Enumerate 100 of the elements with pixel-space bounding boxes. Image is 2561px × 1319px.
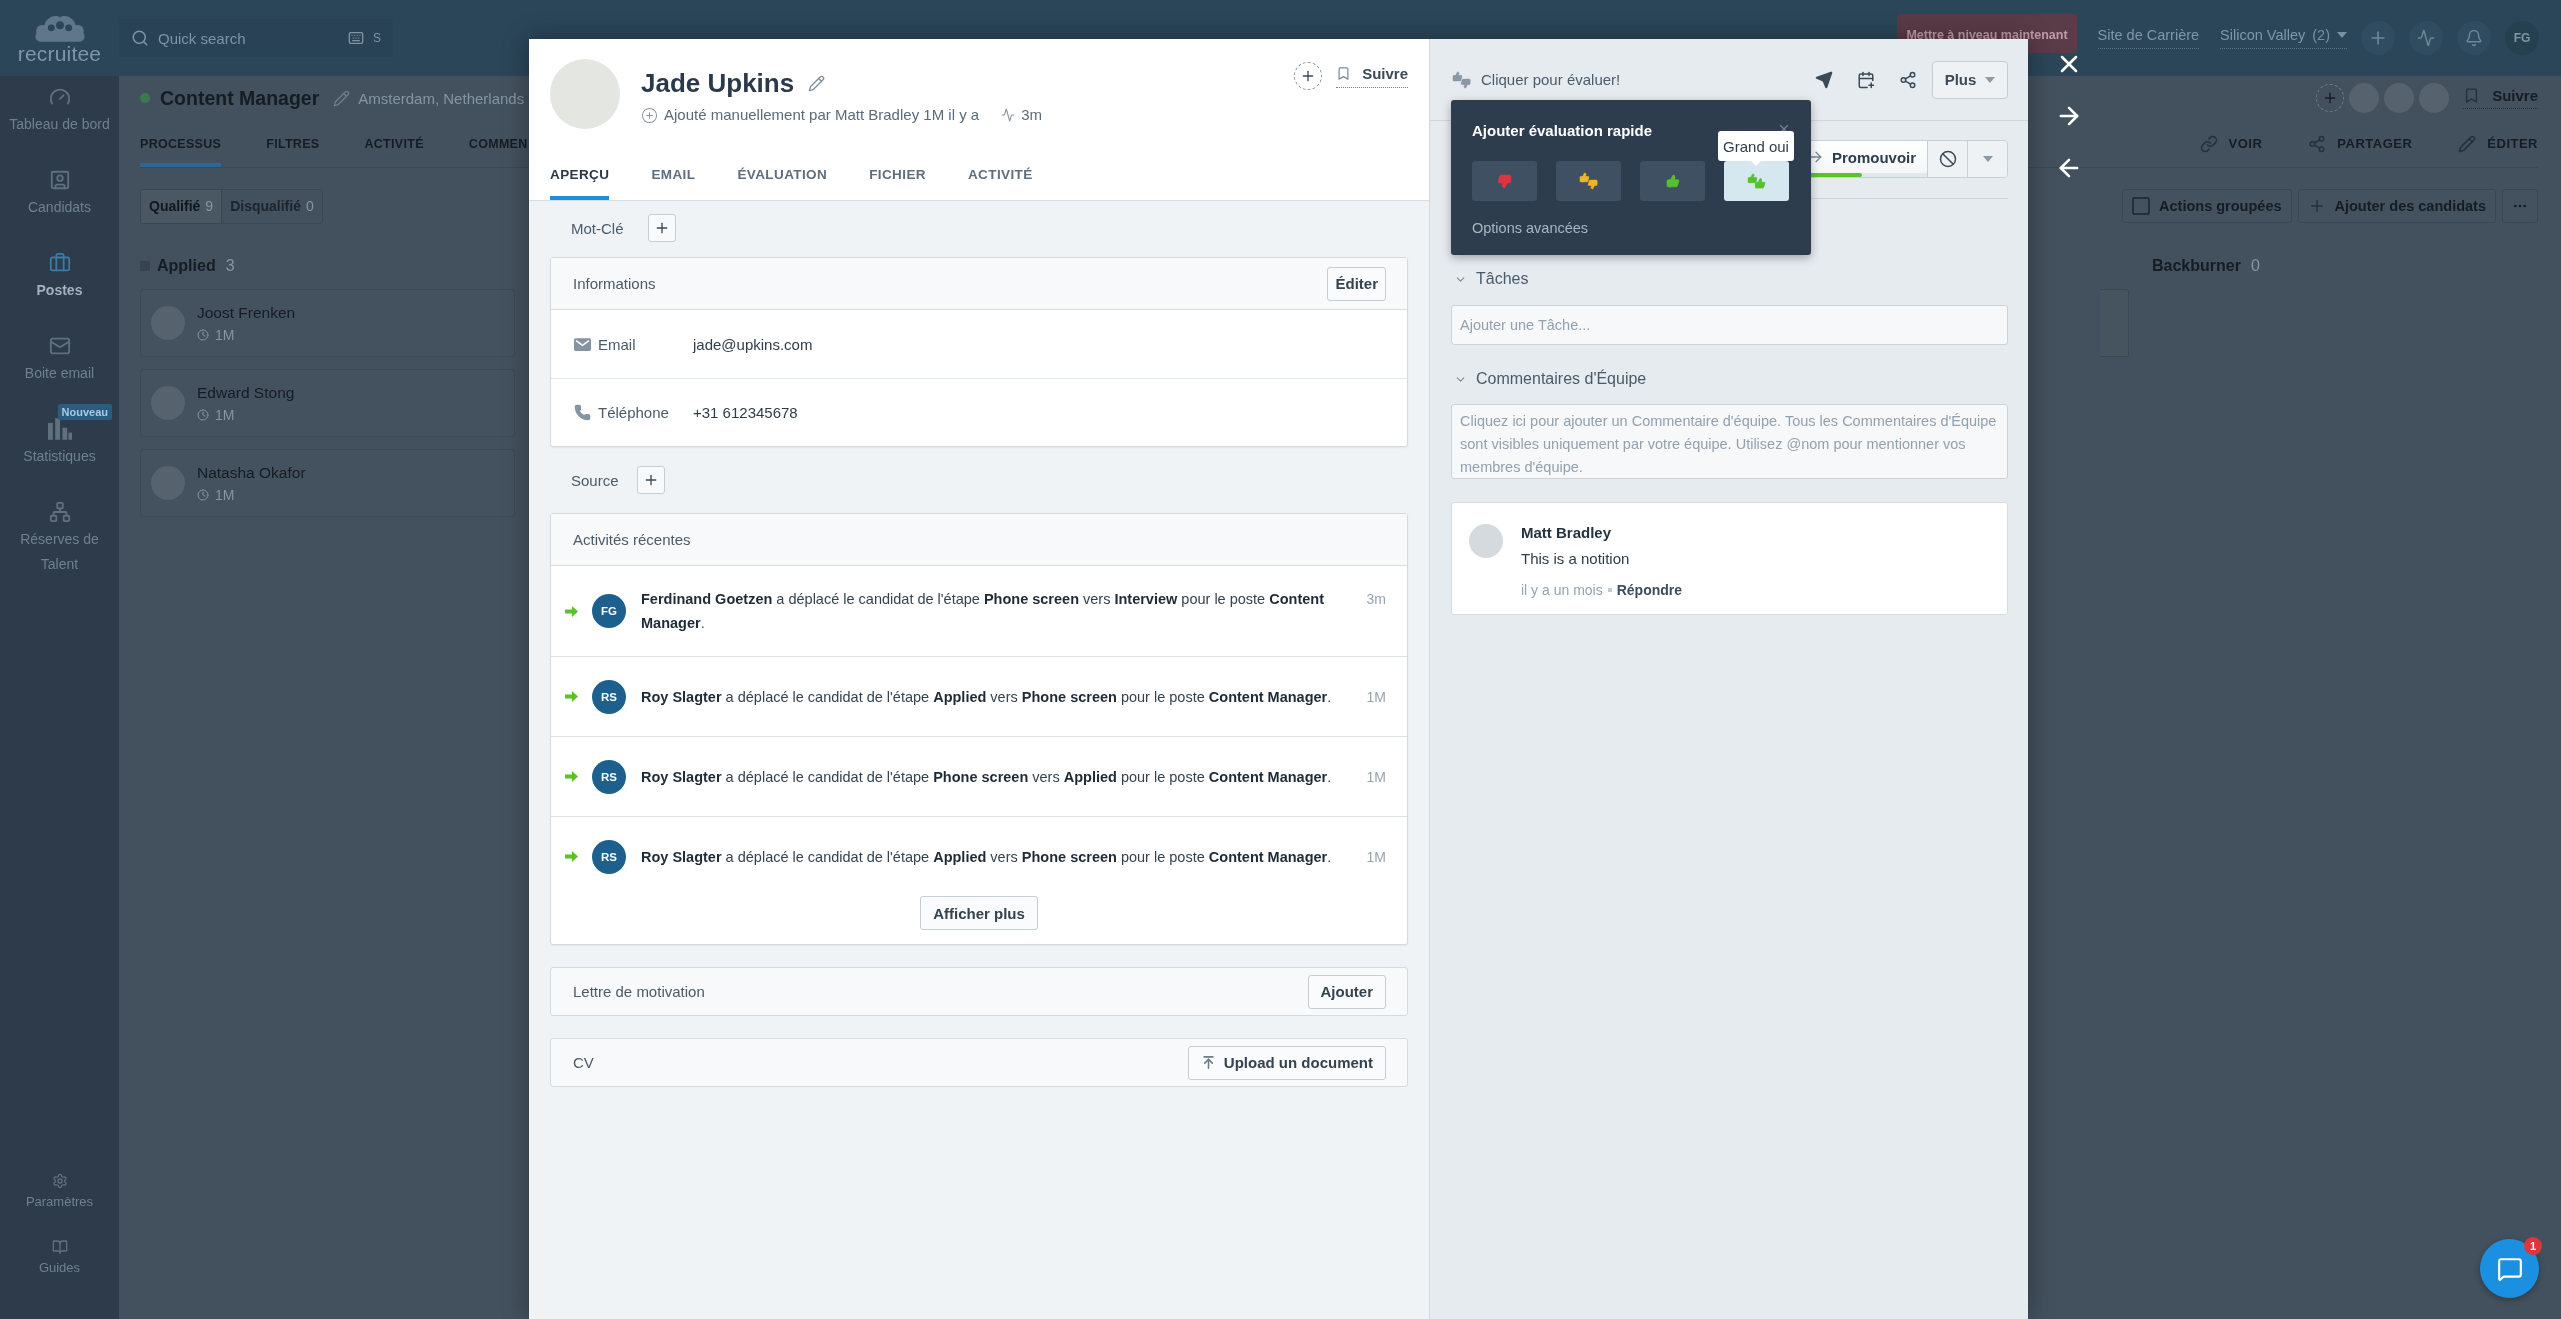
stage-name: Backburner [2152,257,2241,275]
user-avatar[interactable]: FG [2505,21,2539,55]
card-title: CV [573,1054,594,1071]
sidebar-item[interactable]: Postes [0,242,119,325]
stage-count: 0 [2250,257,2260,275]
book-icon [51,1239,68,1255]
company-dropdown[interactable]: Silicon Valley (2) [2220,27,2347,49]
briefcase-icon [47,252,72,274]
edit-button[interactable]: Éditer [1327,266,1386,301]
phone-icon [574,404,591,421]
sidebar-item[interactable]: Paramètres [0,1173,119,1239]
comment-author: Matt Bradley [1521,524,1612,542]
arrow-right-icon [565,605,578,617]
action-link[interactable]: ÉDITER [2458,134,2538,153]
double-thumbs-up-icon [1746,173,1767,189]
last-activity-time: 3m [1021,106,1042,124]
keyboard-icon [348,30,364,46]
shortcut-hint: S [373,31,381,45]
disqualify-button[interactable] [1927,141,1967,177]
tab[interactable]: FILTRES [266,120,320,167]
calendar-plus-icon[interactable] [1857,70,1875,89]
notifications-button[interactable] [2457,21,2491,55]
filter-segment[interactable]: Qualifié 9 [141,189,222,223]
tab[interactable]: COMMEN [468,120,528,167]
career-site-link[interactable]: Site de Carrière [2097,27,2200,49]
activity-button[interactable] [2409,21,2443,55]
bulk-actions-button[interactable]: Actions groupées [2122,189,2292,223]
candidate-name: Joost Frenken [197,303,296,322]
pulse-icon [2417,29,2435,47]
sidebar-item[interactable]: Guides [0,1239,119,1305]
more-button[interactable]: Plus [1932,60,2008,99]
activity-text: Ferdinand Goetzen a déplacé le candidat de l'étape Phone screen vers Interview pour le poste Content Manager. [641,590,1325,633]
clock-icon [197,408,209,421]
candidate-time: 1M [215,326,235,343]
bar-chart-icon [47,418,72,440]
candidate-card[interactable]: Joost Frenken 1M [140,289,515,357]
arrow-right-icon [565,851,578,862]
card-title: Lettre de motivation [573,983,705,1000]
comment-time: il y a un mois [1521,582,1603,598]
add-source-button[interactable] [636,466,665,494]
field-value: jade@upkins.com [693,335,813,353]
caret-icon [2337,32,2347,38]
section-toggle[interactable]: Commentaires d'Équipe [1451,365,1647,393]
sidebar-item[interactable]: Tableau de bord [0,76,119,159]
search-input[interactable]: Quick search [158,28,339,48]
add-candidates-button[interactable]: Ajouter des candidats [2297,189,2496,223]
task-input[interactable]: Ajouter une Tâche... [1451,305,2008,345]
pencil-icon[interactable] [808,74,826,92]
add-button[interactable]: Ajouter [1307,974,1386,1009]
sidebar-item[interactable]: Candidats [0,159,119,242]
link-icon [2199,134,2218,153]
reply-link[interactable]: Répondre [1616,582,1683,598]
tooltip: Grand oui [1718,131,1794,166]
thumbs-up-icon [1665,174,1680,188]
show-more-button[interactable]: Afficher plus [920,896,1038,930]
chat-button[interactable] [2480,1239,2539,1298]
action-link[interactable]: PARTAGER [2308,134,2413,153]
initials-avatar: RS [592,759,626,794]
add-button[interactable] [2361,21,2395,55]
tab[interactable]: PROCESSUS [140,120,222,167]
share-icon[interactable] [1899,70,1917,89]
advanced-options-link[interactable]: Options avancées [1472,219,1589,237]
tab[interactable]: ACTIVITÉ [364,120,424,167]
job-location: Amsterdam, Netherlands [358,89,525,107]
job-title: Content Manager [160,86,320,110]
send-icon[interactable] [1815,70,1833,89]
rate-button[interactable]: Cliquer pour évaluer! [1452,70,1621,89]
tab[interactable]: APERÇU [550,148,610,200]
activity-text: Roy Slagter a déplacé le candidat de l'étape Phone screen vers Applied pour le poste Content Manager. [641,767,1333,787]
candidate-card[interactable]: Natasha Okafor 1M [140,449,515,517]
candidate-name: Natasha Okafor [197,463,306,482]
clock-icon [197,488,209,501]
sidebar-item[interactable]: Réserves de Talent [0,491,119,577]
tab[interactable]: ÉVALUATION [737,148,828,200]
add-tag-button[interactable] [647,214,676,242]
activity-text: Roy Slagter a déplacé le candidat de l'étape Applied vers Phone screen pour le poste Content Manager. [641,687,1333,707]
new-badge: Nouveau [57,404,112,420]
upload-icon [1200,1055,1216,1070]
tab[interactable]: EMAIL [651,148,696,200]
tab[interactable]: ACTIVITÉ [967,148,1033,200]
checkbox[interactable] [2132,197,2151,215]
comment-input[interactable]: Cliquez ici pour ajouter un Commentaire d'équipe. Tous les Commentaires d'Équipe sont visibles uniquement par votre équipe. Utilisez @nom pour mentionner vos membres d'équipe. [1451,404,2008,479]
search-field[interactable]: Quick search S [119,19,393,57]
pulse-icon [1001,108,1016,122]
field-value: +31 612345678 [693,404,798,421]
upload-button[interactable]: Upload un document [1187,1045,1386,1080]
follow-button[interactable]: Suivre [2463,87,2538,109]
tab[interactable]: FICHIER [869,148,926,200]
bookmark-icon [1336,65,1352,81]
follow-button[interactable]: Suivre [1336,64,1408,88]
section-toggle[interactable]: Tâches [1451,265,1529,293]
rating-option[interactable] [1556,161,1621,201]
popover-title: Ajouter évaluation rapide [1472,122,1653,140]
candidate-time: 1M [215,486,235,503]
arrow-right-icon [565,771,578,782]
candidate-card[interactable]: Edward Stong 1M [140,369,515,437]
action-link[interactable]: VOIR [2199,134,2263,153]
card-title: Informations [573,275,656,292]
settings-icon [51,1173,68,1189]
rating-option[interactable] [1640,161,1705,201]
